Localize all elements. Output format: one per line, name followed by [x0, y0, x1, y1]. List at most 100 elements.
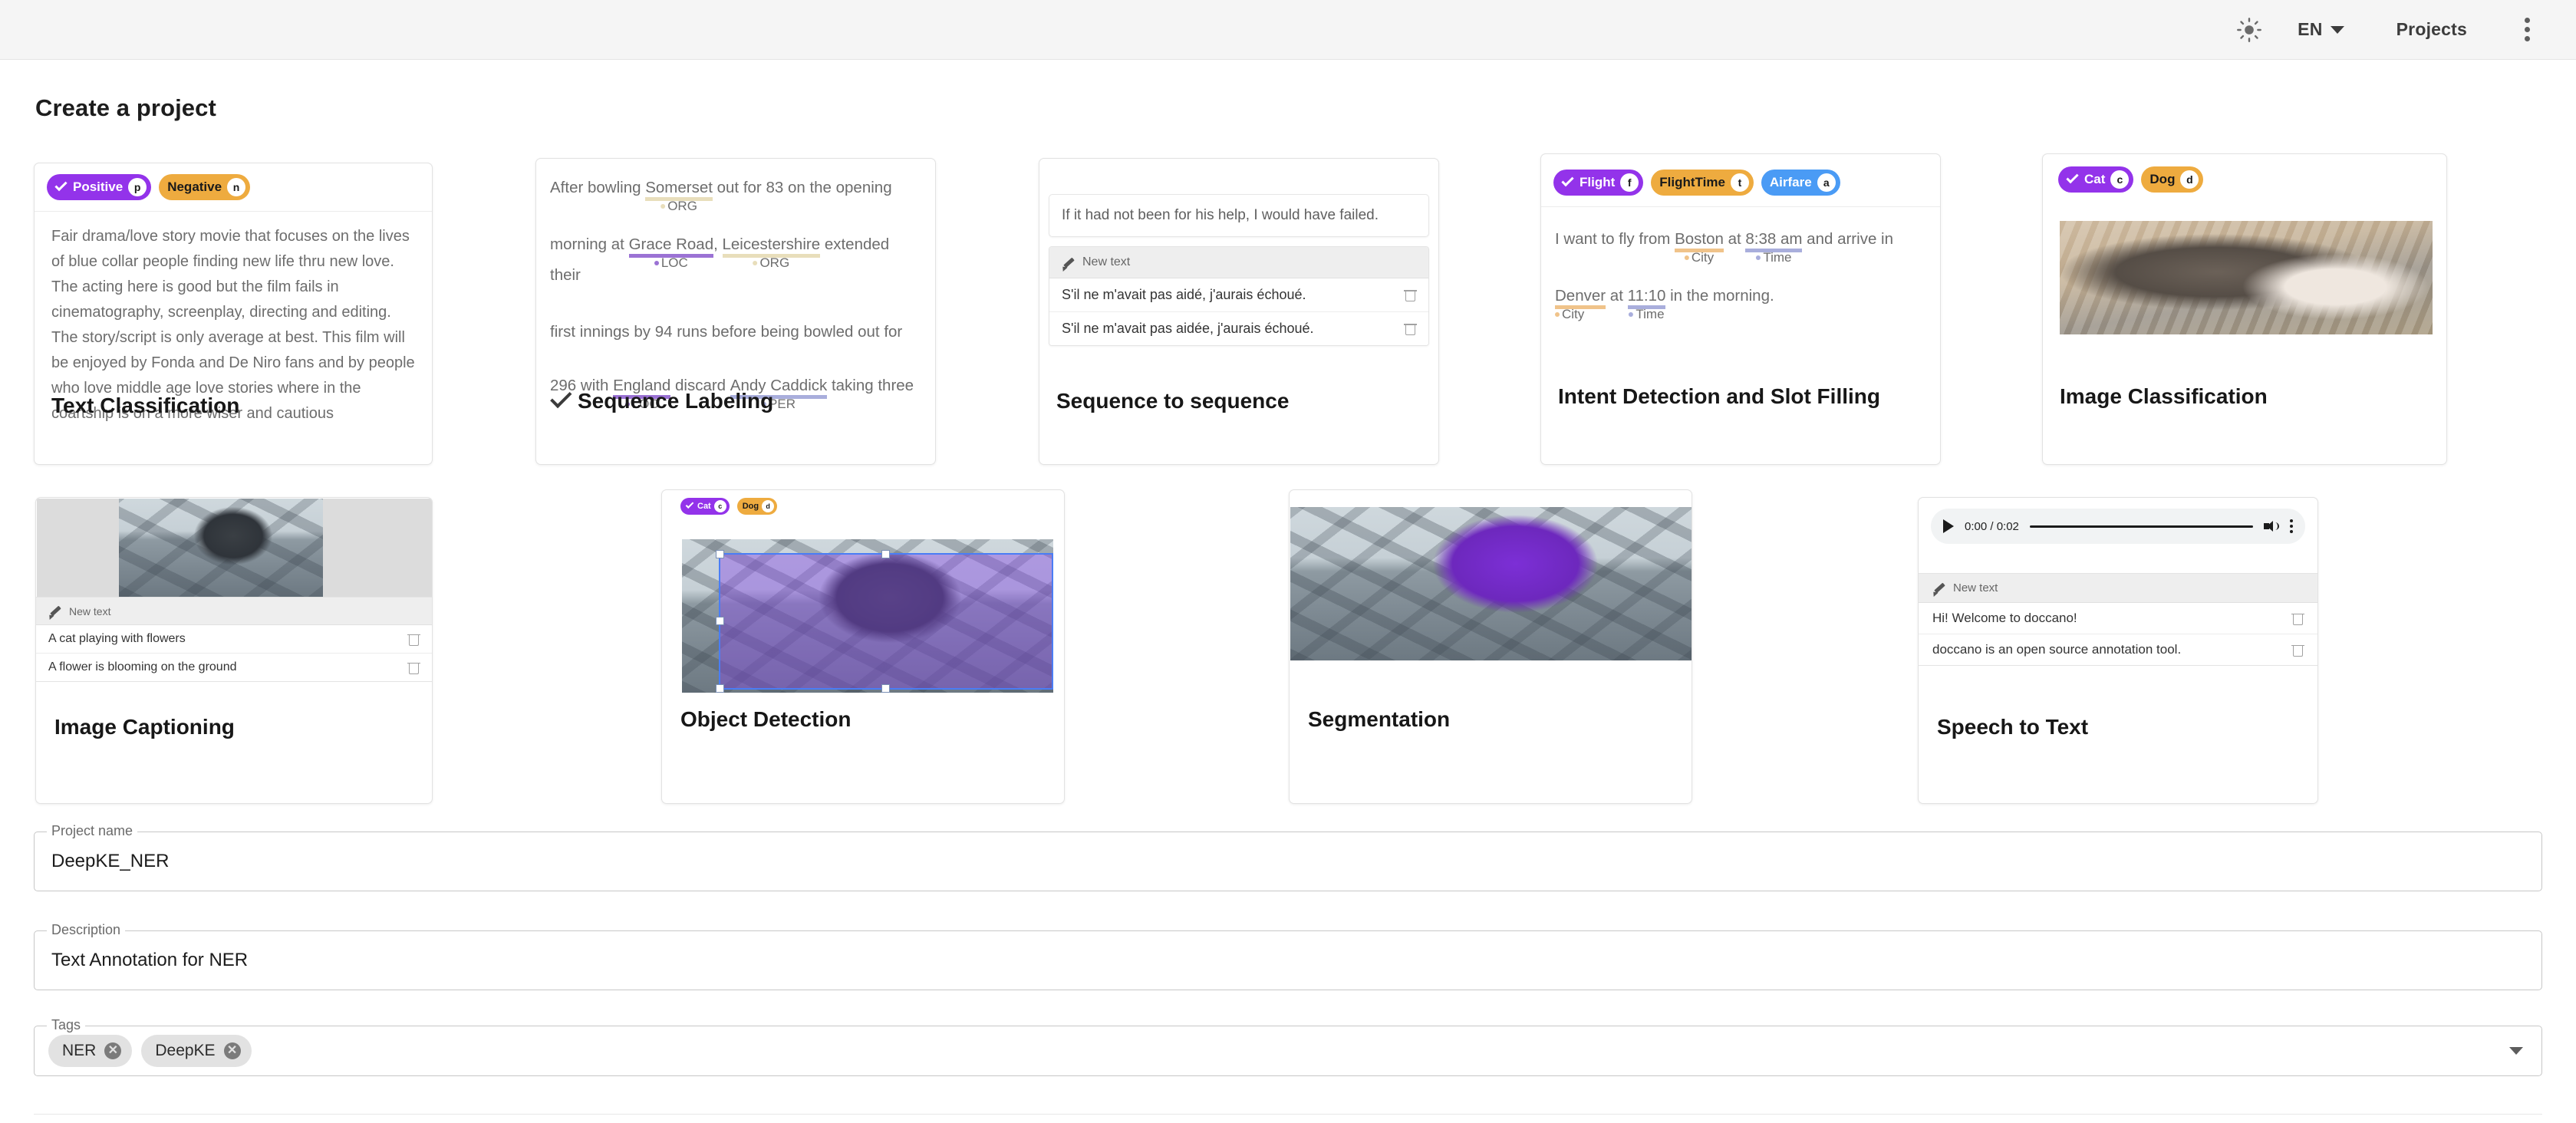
label-chip-shortcut: p: [128, 178, 147, 196]
label-chip-negative[interactable]: Negative n: [159, 174, 251, 200]
label-chip-shortcut: t: [1730, 173, 1749, 192]
tag-chip-deepke[interactable]: DeepKE ✕: [141, 1035, 252, 1067]
label-chip-cat[interactable]: Cat c: [680, 498, 730, 515]
new-text-button[interactable]: New text: [1919, 574, 2317, 603]
annotation-list: New text Hi! Welcome to doccano! doccano…: [1919, 573, 2317, 666]
annotation-text: doccano is an open source annotation too…: [1932, 642, 2182, 657]
entity-tag: City: [1684, 242, 1714, 273]
check-icon: [2066, 171, 2079, 184]
bbox-handle-top-center[interactable]: [881, 550, 890, 558]
delete-icon[interactable]: [407, 661, 420, 674]
audio-menu-icon[interactable]: [2290, 519, 2293, 533]
remove-tag-icon[interactable]: ✕: [223, 1042, 241, 1059]
project-type-card-speech-to-text[interactable]: 0:00 / 0:02 New text Hi! Welcome to docc…: [1918, 497, 2318, 804]
bbox-handle-bottom-center[interactable]: [881, 684, 890, 693]
annotation-row[interactable]: Hi! Welcome to doccano!: [1919, 603, 2317, 634]
entity-span[interactable]: Somerset ORG: [645, 173, 713, 213]
annotation-row[interactable]: A flower is blooming on the ground: [36, 654, 432, 681]
project-type-card-intent-detection[interactable]: Flight f FlightTime t Airfare a I want t…: [1540, 153, 1941, 465]
new-text-label: New text: [1953, 581, 1998, 594]
bbox-handle-top-left[interactable]: [716, 550, 724, 558]
description-field[interactable]: Description Text Annotation for NER: [34, 922, 2542, 990]
audio-player[interactable]: 0:00 / 0:02: [1931, 509, 2305, 544]
card-title: Image Classification: [2060, 384, 2268, 409]
annotation-row[interactable]: S'il ne m'avait pas aidé, j'aurais échou…: [1049, 278, 1428, 312]
delete-icon[interactable]: [2291, 644, 2304, 657]
label-chip-text: Dog: [742, 502, 759, 511]
project-type-card-object-detection[interactable]: Cat c Dog d Object Detection: [661, 489, 1065, 804]
projects-nav-button[interactable]: Projects: [2360, 0, 2504, 60]
project-name-field[interactable]: Project name DeepKE_NER: [34, 823, 2542, 891]
sample-image-tabby-cat: [2060, 221, 2433, 334]
tags-field[interactable]: Tags NER ✕ DeepKE ✕: [34, 1017, 2542, 1076]
annotation-row[interactable]: doccano is an open source annotation too…: [1919, 634, 2317, 665]
annotation-list: New text A cat playing with flowers A fl…: [36, 597, 432, 682]
card-title: Object Detection: [680, 707, 851, 732]
sun-icon: [2237, 17, 2261, 42]
page-body: Create a project: [0, 94, 2576, 122]
play-icon[interactable]: [1943, 519, 1954, 533]
project-type-card-sequence-labeling[interactable]: After bowling Somerset ORG out for 83 on …: [535, 158, 936, 465]
annotated-line: Denver City at 11:10 Time in the morning.: [1555, 281, 1926, 321]
pencil-icon: [1062, 256, 1075, 269]
label-chip-flight[interactable]: Flight f: [1553, 170, 1644, 196]
project-type-card-text-classification[interactable]: Positive p Negative n Fair drama/love st…: [34, 163, 433, 465]
entity-span[interactable]: Leicestershire ORG: [722, 229, 821, 270]
card-title-text: Image Classification: [2060, 384, 2268, 408]
delete-icon[interactable]: [1404, 322, 1417, 335]
volume-icon[interactable]: [2264, 519, 2279, 534]
entity-span[interactable]: Grace Road LOC: [628, 229, 714, 270]
label-chip-positive[interactable]: Positive p: [47, 174, 152, 200]
annotation-row[interactable]: S'il ne m'avait pas aidée, j'aurais écho…: [1049, 312, 1428, 345]
project-type-card-image-classification[interactable]: Cat c Dog d Image Classification: [2042, 153, 2447, 465]
tag-chip-row: NER ✕ DeepKE ✕: [35, 1026, 2541, 1075]
label-chip-airfare[interactable]: Airfare a: [1761, 170, 1840, 196]
delete-icon[interactable]: [407, 633, 420, 646]
entity-span[interactable]: Denver City: [1555, 281, 1606, 321]
chevron-down-icon[interactable]: [2509, 1047, 2523, 1055]
card-title-text: Segmentation: [1308, 707, 1451, 731]
delete-icon[interactable]: [1404, 288, 1417, 301]
bbox-handle-bottom-left[interactable]: [716, 684, 724, 693]
delete-icon[interactable]: [2291, 612, 2304, 625]
audio-progress-slider[interactable]: [2029, 525, 2253, 528]
card-title-text: Intent Detection and Slot Filling: [1558, 384, 1880, 408]
entity-span[interactable]: 8:38 am Time: [1745, 224, 1803, 265]
image-letterbox-left: [37, 499, 119, 597]
card-title-text: Image Captioning: [54, 715, 235, 739]
label-chip-dog[interactable]: Dog d: [736, 498, 778, 515]
new-text-button[interactable]: New text: [1049, 247, 1428, 278]
new-text-button[interactable]: New text: [36, 598, 432, 625]
entity-tag-text: LOC: [660, 255, 688, 270]
overflow-menu-button[interactable]: [2504, 0, 2550, 60]
tag-chip-ner[interactable]: NER ✕: [48, 1035, 133, 1067]
label-chip-cat[interactable]: Cat c: [2058, 166, 2134, 193]
language-selector[interactable]: EN: [2282, 0, 2360, 60]
tag-dot-icon: [1756, 255, 1761, 260]
check-icon: [685, 499, 694, 509]
project-type-card-segmentation[interactable]: Segmentation: [1289, 489, 1692, 804]
annotation-list: New text S'il ne m'avait pas aidé, j'aur…: [1049, 246, 1429, 346]
bounding-box[interactable]: [716, 550, 1053, 693]
chevron-down-icon: [2330, 25, 2344, 34]
project-type-card-image-captioning[interactable]: New text A cat playing with flowers A fl…: [35, 497, 433, 804]
theme-toggle-button[interactable]: [2216, 0, 2282, 60]
entity-span[interactable]: Boston City: [1675, 224, 1724, 265]
label-chip-text: Negative: [167, 179, 222, 194]
annotation-panel: New text Hi! Welcome to doccano! doccano…: [1919, 573, 2317, 666]
remove-tag-icon[interactable]: ✕: [104, 1042, 122, 1059]
entity-span[interactable]: 11:10 Time: [1627, 281, 1666, 321]
project-type-card-sequence-to-sequence[interactable]: If it had not been for his help, I would…: [1039, 158, 1439, 465]
entity-tag: ORG: [660, 191, 697, 222]
card-title: Segmentation: [1308, 707, 1450, 732]
entity-tag-text: ORG: [667, 199, 697, 213]
text-fragment: I want to fly from: [1555, 230, 1675, 248]
label-chip-flighttime[interactable]: FlightTime t: [1651, 170, 1754, 196]
label-chip-text: FlightTime: [1659, 175, 1725, 189]
annotation-text: S'il ne m'avait pas aidée, j'aurais écho…: [1062, 321, 1314, 336]
label-chip-dog[interactable]: Dog d: [2141, 166, 2204, 193]
annotation-row[interactable]: A cat playing with flowers: [36, 625, 432, 654]
selected-check-icon: [550, 386, 572, 409]
bbox-handle-middle-left[interactable]: [716, 617, 724, 625]
label-chip-row: Cat c Dog d: [2043, 154, 2446, 200]
